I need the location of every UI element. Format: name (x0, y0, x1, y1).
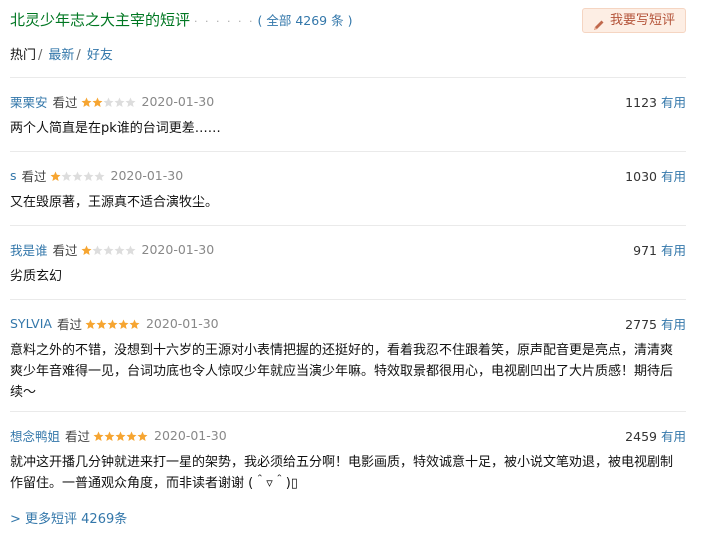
rating-stars (85, 318, 140, 329)
useful-button[interactable]: 有用 (661, 429, 686, 444)
star-filled-icon (104, 430, 115, 441)
review-item: 想念鸭姐 看过 2020-01-30 2459 有用 就冲这开播几分钟就进来打一星… (10, 411, 686, 504)
star-filled-icon (85, 318, 96, 329)
watch-status: 看过 (52, 94, 78, 110)
total-prefix: ( 全部 (257, 13, 292, 28)
rating-stars (81, 96, 136, 107)
section-title: 北灵少年志之大主宰的短评 · · · · · ·( 全部 4269 条 ) (10, 9, 352, 30)
write-review-button[interactable]: 我要写短评 (581, 8, 686, 33)
write-review-label: 我要写短评 (609, 13, 675, 28)
star-filled-icon (93, 430, 104, 441)
review-item: 栗栗安 看过 2020-01-30 1123 有用 两个人简直是在pk谁的台词更差… (10, 77, 686, 152)
watch-status: 看过 (65, 428, 91, 444)
vote-area: 971 有用 (633, 240, 686, 259)
star-empty-icon (94, 170, 105, 181)
comments-header: 北灵少年志之大主宰的短评 · · · · · ·( 全部 4269 条 ) 我要写… (10, 8, 686, 34)
star-empty-icon (92, 244, 103, 255)
star-filled-icon (118, 318, 129, 329)
star-empty-icon (125, 244, 136, 255)
vote-area: 2459 有用 (625, 426, 686, 445)
review-content: 又在毁原著，王源真不适合演牧尘。 (10, 195, 219, 210)
star-filled-icon (92, 96, 103, 107)
review-item: 我是谁 看过 2020-01-30 971 有用 劣质玄幻 (10, 225, 686, 300)
vote-count: 971 (633, 243, 657, 258)
total-count-link[interactable]: ( 全部 4269 条 ) (257, 13, 352, 28)
useful-button[interactable]: 有用 (661, 169, 686, 184)
review-meta: SYLVIA 看过 2020-01-30 (10, 314, 219, 332)
vote-area: 1123 有用 (625, 92, 686, 111)
star-empty-icon (114, 96, 125, 107)
useful-button[interactable]: 有用 (661, 95, 686, 110)
tab-friends[interactable]: 好友 (87, 48, 113, 63)
review-meta: 我是谁 看过 2020-01-30 (10, 240, 214, 258)
rating-stars (50, 170, 105, 181)
star-empty-icon (125, 96, 136, 107)
review-item: SYLVIA 看过 2020-01-30 2775 有用 意料之外的不错，没想到十… (10, 299, 686, 412)
review-content: 劣质玄幻 (10, 269, 63, 284)
pencil-icon (593, 15, 605, 30)
watch-status: 看过 (52, 242, 78, 258)
star-filled-icon (107, 318, 118, 329)
title-text: 北灵少年志之大主宰的短评 (10, 11, 191, 29)
review-date: 2020-01-30 (154, 427, 227, 443)
review-content: 就冲这开播几分钟就进来打一星的架势，我必须给五分啊！电影画质，特效诚意十足，被小… (10, 455, 674, 491)
review-meta: s 看过 2020-01-30 (10, 166, 183, 184)
tab-separator: / (76, 48, 81, 63)
watch-status: 看过 (56, 316, 82, 332)
comments-section: 北灵少年志之大主宰的短评 · · · · · ·( 全部 4269 条 ) 我要写… (0, 0, 707, 538)
rating-stars (81, 244, 136, 255)
vote-count: 2775 (625, 317, 657, 332)
review-item: s 看过 2020-01-30 1030 有用 又在毁原著，王源真不适合演牧尘。 (10, 151, 686, 226)
vote-count: 1030 (625, 169, 657, 184)
vote-count: 2459 (625, 429, 657, 444)
vote-count: 1123 (625, 95, 657, 110)
review-date: 2020-01-30 (141, 93, 215, 109)
star-filled-icon (126, 430, 137, 441)
more-reviews-link[interactable]: > 更多短评 4269条 (10, 508, 127, 527)
review-date: 2020-01-30 (110, 167, 184, 183)
vote-area: 2775 有用 (625, 314, 686, 333)
star-filled-icon (129, 318, 140, 329)
reviewer-name[interactable]: s (10, 168, 17, 183)
star-filled-icon (81, 244, 92, 255)
star-empty-icon (61, 170, 72, 181)
reviewer-name[interactable]: SYLVIA (10, 316, 52, 331)
vote-area: 1030 有用 (625, 166, 686, 185)
star-filled-icon (50, 170, 61, 181)
review-date: 2020-01-30 (141, 241, 215, 257)
star-empty-icon (72, 170, 83, 181)
star-filled-icon (137, 430, 148, 441)
star-empty-icon (103, 96, 114, 107)
reviewer-name[interactable]: 栗栗安 (10, 92, 48, 111)
rating-stars (93, 430, 148, 441)
reviewer-name[interactable]: 想念鸭姐 (10, 426, 60, 445)
useful-button[interactable]: 有用 (661, 317, 686, 332)
review-content: 两个人简直是在pk谁的台词更差…… (10, 121, 221, 136)
review-meta: 想念鸭姐 看过 2020-01-30 (10, 426, 227, 444)
title-dots: · · · · · · (194, 15, 255, 28)
star-filled-icon (96, 318, 107, 329)
review-date: 2020-01-30 (145, 315, 219, 331)
review-meta: 栗栗安 看过 2020-01-30 (10, 92, 214, 110)
watch-status: 看过 (21, 168, 47, 184)
review-content: 意料之外的不错，没想到十六岁的王源对小表情把握的还挺好的，看着我忍不住跟着笑，原… (10, 343, 674, 400)
total-suffix: 条 ) (331, 13, 353, 28)
total-count: 4269 (295, 13, 328, 28)
sort-tabs: 热门 / 最新 / 好友 (10, 44, 113, 63)
tab-latest[interactable]: 最新 (48, 48, 74, 63)
star-filled-icon (115, 430, 126, 441)
star-empty-icon (114, 244, 125, 255)
tab-hot[interactable]: 热门 (10, 48, 36, 63)
reviewer-name[interactable]: 我是谁 (10, 240, 48, 259)
useful-button[interactable]: 有用 (661, 243, 686, 258)
tab-separator: / (38, 48, 43, 63)
star-empty-icon (103, 244, 114, 255)
star-empty-icon (83, 170, 94, 181)
star-filled-icon (81, 96, 92, 107)
